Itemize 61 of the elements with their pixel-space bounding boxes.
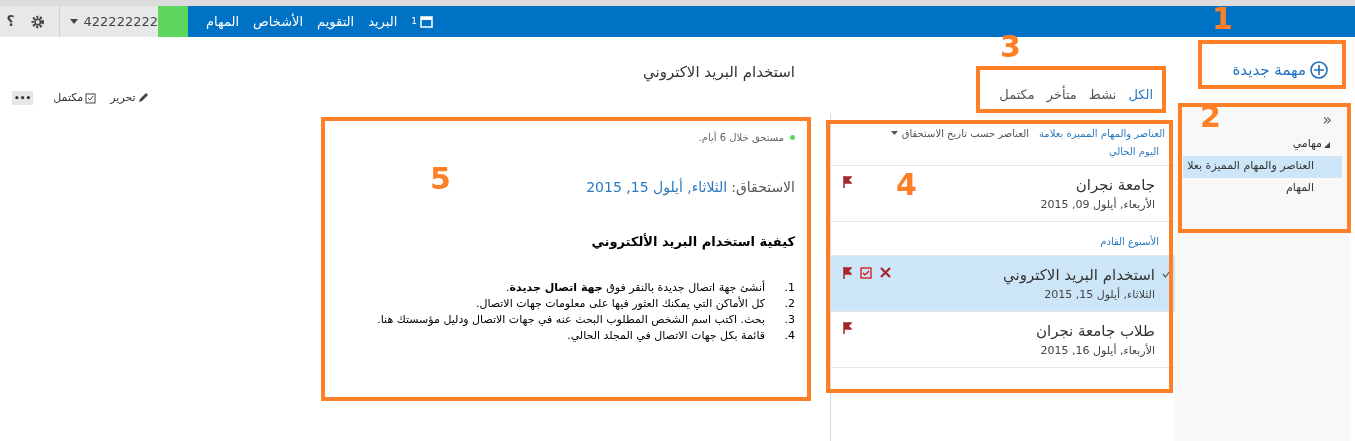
- list-number: 1.: [783, 279, 795, 296]
- caret-icon: [69, 19, 78, 24]
- annotation-number: 4: [896, 168, 917, 202]
- flag-icon[interactable]: [843, 266, 852, 279]
- task-title: استخدام البريد الاكتروني: [643, 62, 795, 84]
- list-number: 3.: [783, 311, 795, 328]
- due-note: مستحق خلال 6 أيام.: [698, 130, 784, 145]
- sort-dropdown[interactable]: العناصر حسب تاريخ الاستحقاق: [890, 125, 1029, 141]
- due-date: الثلاثاء, أيلول 15, 2015: [586, 177, 728, 198]
- annotation-number: 3: [1000, 30, 1021, 64]
- body-heading: كيفية استخدام البريد الألكتروني: [591, 232, 795, 252]
- help-icon[interactable]: ؟: [0, 11, 22, 32]
- status-block: [158, 6, 188, 37]
- filter-tab[interactable]: نشط: [1088, 84, 1117, 104]
- nav-link[interactable]: البريد: [368, 11, 398, 32]
- nav-link[interactable]: التقويم: [317, 11, 355, 32]
- folder-item[interactable]: العناصر والمهام المميزة بعلا: [1183, 155, 1342, 178]
- filter-tab[interactable]: مكتمل: [999, 84, 1035, 104]
- list-number: 2.: [783, 295, 795, 312]
- list-text: قائمة بكل جهات الاتصال في المجلد الحالي.: [567, 327, 765, 344]
- account-dropdown[interactable]: 422222222: [69, 11, 158, 32]
- complete-button[interactable]: مكتمل: [53, 89, 97, 106]
- task-name: طلاب جامعة نجران: [1035, 321, 1155, 342]
- folder-group[interactable]: مهامي: [1183, 133, 1342, 156]
- list-number: 4.: [783, 327, 795, 344]
- calendar-icon[interactable]: [420, 14, 433, 28]
- annotation-number: 1: [1212, 2, 1233, 36]
- task-item[interactable]: استخدام البريد الاكتروني الثلاثاء, أيلول 15, 2015: [831, 256, 1175, 312]
- list-text: بحث. اكتب اسم الشخص المطلوب البحث عنه في جهات الاتصال ودليل مؤسستك هنا.: [377, 311, 765, 328]
- group-label: اليوم الحالي: [831, 140, 1175, 166]
- badge-count: 1: [411, 14, 417, 28]
- flag-icon[interactable]: [843, 322, 852, 334]
- task-date: الأربعاء, أيلول 16, 2015: [1040, 342, 1155, 359]
- check-icon: [1162, 270, 1171, 278]
- task-date: الأربعاء, أيلول 09, 2015: [1040, 196, 1155, 213]
- filter-tab[interactable]: متأخر: [1046, 84, 1077, 104]
- more-button[interactable]: •••: [12, 90, 34, 105]
- due-label: الاستحقاق:: [731, 178, 795, 198]
- nav-link[interactable]: الأشخاص: [253, 11, 304, 32]
- complete-icon[interactable]: [860, 266, 872, 279]
- task-date: الثلاثاء, أيلول 15, 2015: [1044, 286, 1155, 303]
- folder-item[interactable]: المهام: [1183, 177, 1342, 200]
- annotation-number: 5: [430, 162, 451, 196]
- nav-link[interactable]: المهام: [206, 11, 240, 32]
- plus-icon: [1310, 61, 1328, 79]
- task-name: استخدام البريد الاكتروني: [1003, 265, 1155, 287]
- task-name: جامعة نجران: [1075, 175, 1155, 196]
- filter-tab[interactable]: الكل: [1128, 84, 1153, 104]
- new-task-button[interactable]: مهمة جديدة: [1232, 58, 1328, 82]
- folder-header: العناصر والمهام المميزة بعلامة: [1039, 126, 1165, 141]
- settings-icon[interactable]: [31, 14, 45, 29]
- expand-icon: [1324, 141, 1330, 148]
- flag-icon[interactable]: [843, 176, 852, 188]
- collapse-button[interactable]: «: [1322, 109, 1332, 132]
- edit-button[interactable]: تحرير: [110, 89, 149, 106]
- caret-icon: [890, 131, 898, 135]
- delete-icon[interactable]: [880, 267, 891, 278]
- list-text: أنشئ جهة اتصال جديدة بالنقر فوق جهة اتصال جديدة.: [506, 279, 765, 296]
- pencil-icon: [137, 92, 149, 104]
- checkbox-icon: [85, 91, 97, 104]
- list-text: كل الأماكن التي يمكنك العثور فيها على معلومات جهات الاتصال.: [475, 295, 765, 312]
